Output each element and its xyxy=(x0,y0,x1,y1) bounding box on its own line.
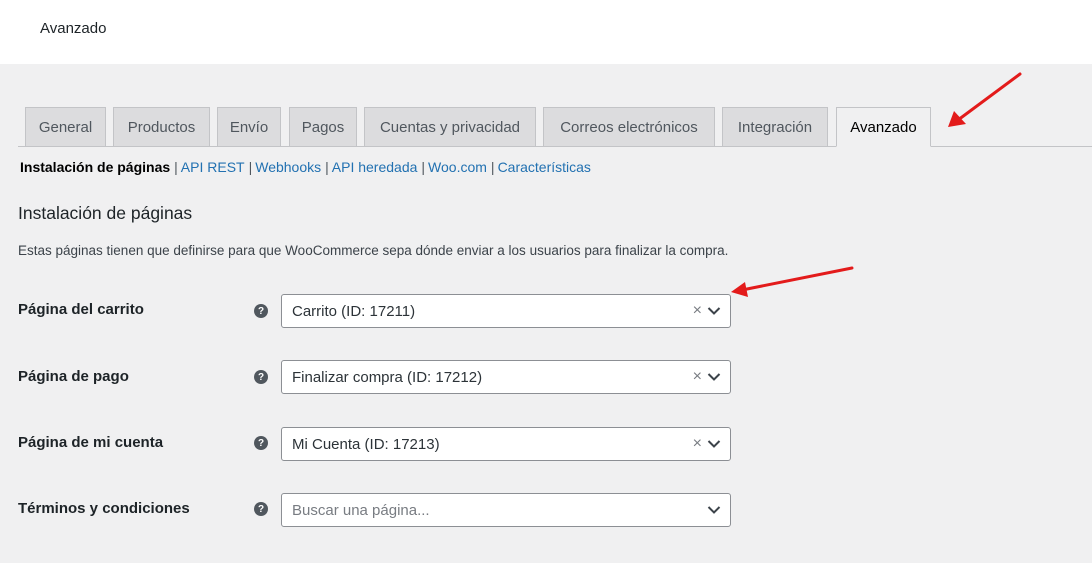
help-icon[interactable]: ? xyxy=(254,370,268,384)
top-bar: Avanzado xyxy=(0,0,1092,64)
tab-productos[interactable]: Productos xyxy=(113,107,210,147)
checkout-page-select[interactable]: Finalizar compra (ID: 17212) × xyxy=(281,360,731,394)
tab-pagos[interactable]: Pagos xyxy=(289,107,357,147)
clear-icon[interactable]: × xyxy=(693,368,702,386)
subsection-nav: Instalación de páginas | API REST | Webhooks… xyxy=(20,159,591,175)
select-value: Carrito (ID: 17211) xyxy=(292,303,416,320)
annotation-arrow-select xyxy=(731,266,854,297)
section-title: Instalación de páginas xyxy=(18,203,193,223)
subnav-api-rest[interactable]: API REST xyxy=(181,159,245,175)
subnav-caracteristicas[interactable]: Características xyxy=(498,159,591,175)
tab-general[interactable]: General xyxy=(25,107,106,147)
section-description: Estas páginas tienen que definirse para … xyxy=(18,243,729,258)
subnav-api-heredada[interactable]: API heredada xyxy=(332,159,418,175)
tab-integracion[interactable]: Integración xyxy=(722,107,828,147)
chevron-down-icon xyxy=(707,506,721,514)
select-placeholder: Buscar una página... xyxy=(292,502,430,519)
tab-correos[interactable]: Correos electrónicos xyxy=(543,107,715,147)
select-value: Mi Cuenta (ID: 17213) xyxy=(292,436,440,453)
select-value: Finalizar compra (ID: 17212) xyxy=(292,369,483,386)
terms-page-select[interactable]: Buscar una página... xyxy=(281,493,731,527)
chevron-down-icon xyxy=(707,440,721,448)
annotation-arrows xyxy=(731,72,1022,297)
tab-cuentas-privacidad[interactable]: Cuentas y privacidad xyxy=(364,107,536,147)
annotation-arrow-tab xyxy=(948,72,1022,127)
help-icon[interactable]: ? xyxy=(254,304,268,318)
checkout-page-label: Página de pago xyxy=(18,368,129,385)
help-icon[interactable]: ? xyxy=(254,502,268,516)
clear-icon[interactable]: × xyxy=(693,435,702,453)
chevron-down-icon xyxy=(707,373,721,381)
subnav-instalacion-paginas[interactable]: Instalación de páginas xyxy=(20,159,170,175)
account-page-select[interactable]: Mi Cuenta (ID: 17213) × xyxy=(281,427,731,461)
subnav-webhooks[interactable]: Webhooks xyxy=(255,159,321,175)
chevron-down-icon xyxy=(707,307,721,315)
help-icon[interactable]: ? xyxy=(254,436,268,450)
tab-envio[interactable]: Envío xyxy=(217,107,281,147)
subnav-woo-com[interactable]: Woo.com xyxy=(428,159,487,175)
page-title: Avanzado xyxy=(40,20,107,37)
account-page-label: Página de mi cuenta xyxy=(18,434,164,451)
clear-icon[interactable]: × xyxy=(693,302,702,320)
terms-page-label: Términos y condiciones xyxy=(18,500,190,517)
tab-avanzado[interactable]: Avanzado xyxy=(836,107,931,147)
cart-page-label: Página del carrito xyxy=(18,301,144,318)
cart-page-select[interactable]: Carrito (ID: 17211) × xyxy=(281,294,731,328)
